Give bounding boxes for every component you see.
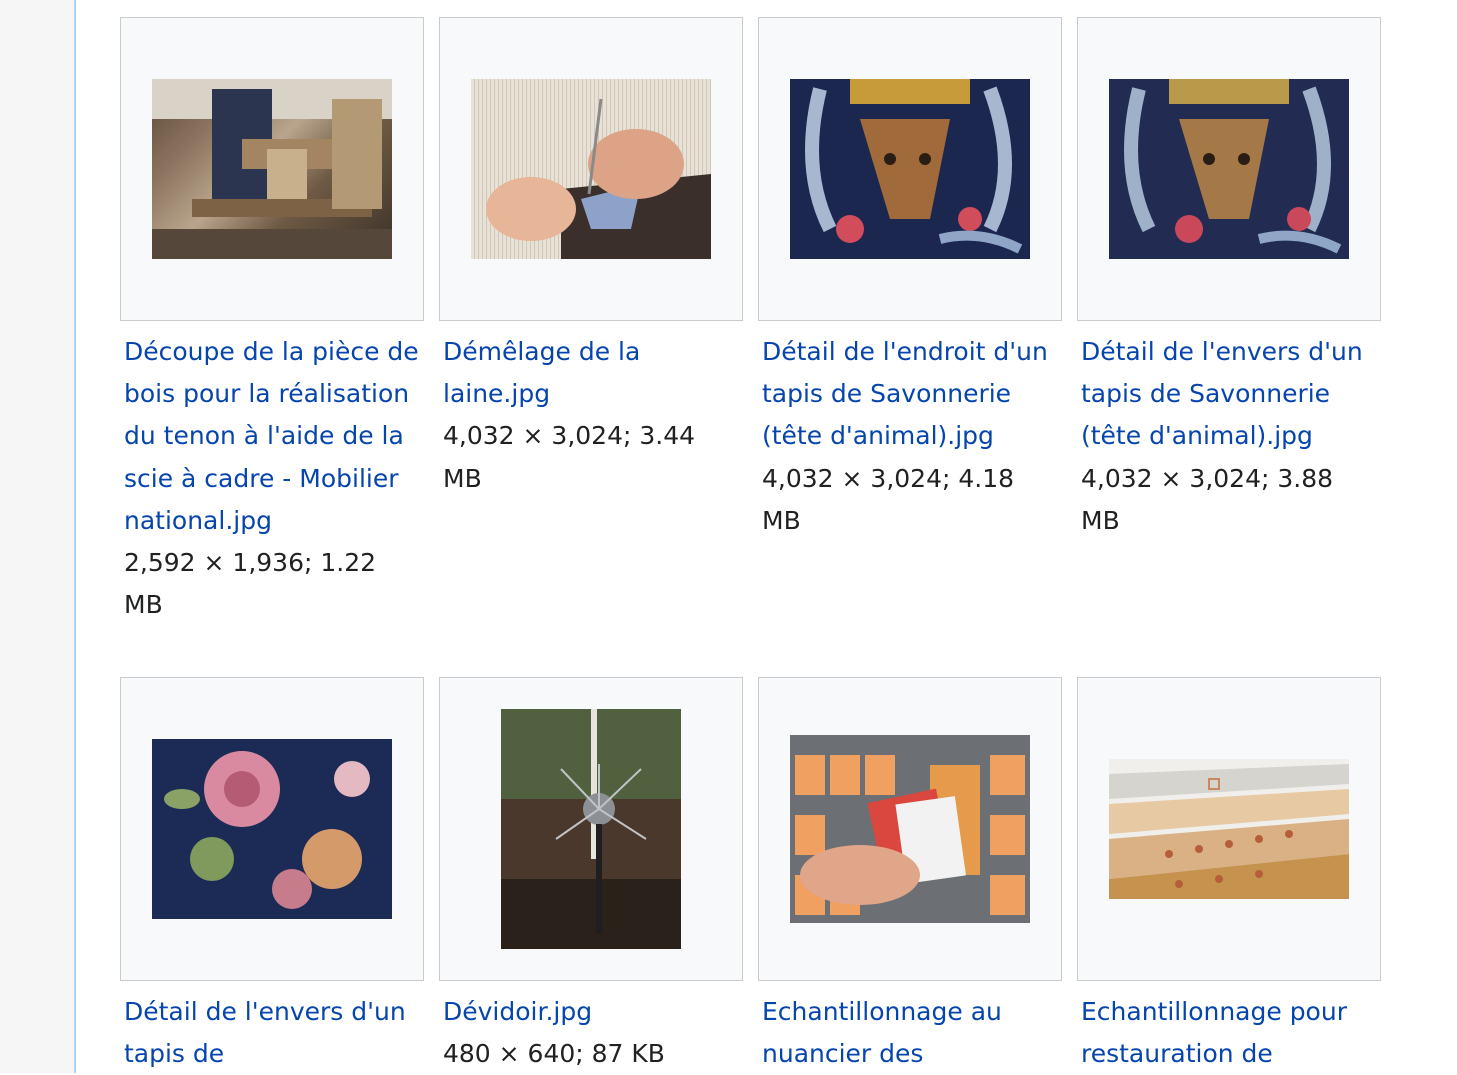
thumbnail-image [790,735,1030,923]
drawers-image [1109,759,1349,899]
file-meta: 2,592 × 1,936; 1.22 MB [124,548,377,620]
thumbnail-image [152,739,392,919]
file-link[interactable]: Démêlage de la laine.jpg [443,337,640,408]
file-link[interactable]: Découpe de la pièce de bois pour la réal… [124,337,419,535]
file-link[interactable]: Détail de l'envers d'un tapis de Savonne… [1081,337,1363,450]
file-link[interactable]: Détail de l'endroit d'un tapis de Savonn… [762,337,1048,450]
thumbnail-link[interactable] [439,17,743,321]
file-link[interactable]: Echantillonnage au nuancier des [762,997,1002,1068]
caption: Détail de l'envers d'un tapis de Savonne… [1077,321,1381,542]
file-link[interactable]: Echantillonnage pour restauration de [1081,997,1347,1068]
file-meta: 480 × 640; 87 KB [443,1039,665,1069]
file-meta: 4,032 × 3,024; 4.18 MB [762,463,1015,535]
thumbnail-image [1109,759,1349,899]
thumbnail-link[interactable] [758,677,1062,981]
color-swatches-image [790,735,1030,923]
caption: Détail de l'endroit d'un tapis de Savonn… [758,321,1062,542]
caption: Echantillonnage pour restauration de [1077,981,1381,1075]
gallery-item: Détail de l'envers d'un tapis de [120,677,424,1075]
gallery-item: Démêlage de la laine.jpg 4,032 × 3,024; … [439,17,743,500]
file-meta: 4,032 × 3,024; 3.88 MB [1081,463,1334,535]
gallery-item: Dévidoir.jpg 480 × 640; 87 KB [439,677,743,1075]
thumbnail-link[interactable] [120,17,424,321]
file-link[interactable]: Dévidoir.jpg [443,997,592,1026]
thumbnail-link[interactable] [1077,677,1381,981]
thumbnail-image [471,79,711,259]
thumbnail-link[interactable] [1077,17,1381,321]
woodwork-image [152,79,392,259]
gallery-item: Découpe de la pièce de bois pour la réal… [120,17,424,626]
tapestry-image [1109,79,1349,259]
reel-image [501,709,681,949]
wool-image [486,98,711,259]
gallery-item: Détail de l'envers d'un tapis de Savonne… [1077,17,1381,542]
caption: Détail de l'envers d'un tapis de [120,981,424,1075]
file-meta: 4,032 × 3,024; 3.44 MB [443,421,696,493]
caption: Dévidoir.jpg 480 × 640; 87 KB [439,981,743,1075]
thumbnail-image [790,79,1030,259]
file-link[interactable]: Détail de l'envers d'un tapis de [124,997,406,1068]
thumbnail-link[interactable] [439,677,743,981]
gallery-item: Echantillonnage pour restauration de [1077,677,1381,1075]
left-sidebar [0,0,74,1073]
caption: Démêlage de la laine.jpg 4,032 × 3,024; … [439,321,743,500]
thumbnail-image [152,79,392,259]
thumbnail-link[interactable] [758,17,1062,321]
caption: Echantillonnage au nuancier des [758,981,1062,1075]
tapestry-flowers-image [152,739,392,919]
gallery-item: Détail de l'endroit d'un tapis de Savonn… [758,17,1062,542]
caption: Découpe de la pièce de bois pour la réal… [120,321,424,626]
gallery-item: Echantillonnage au nuancier des [758,677,1062,1075]
content-border [74,0,76,1073]
tapestry-image [790,79,1030,259]
thumbnail-image [501,709,681,949]
thumbnail-image [1109,79,1349,259]
thumbnail-link[interactable] [120,677,424,981]
